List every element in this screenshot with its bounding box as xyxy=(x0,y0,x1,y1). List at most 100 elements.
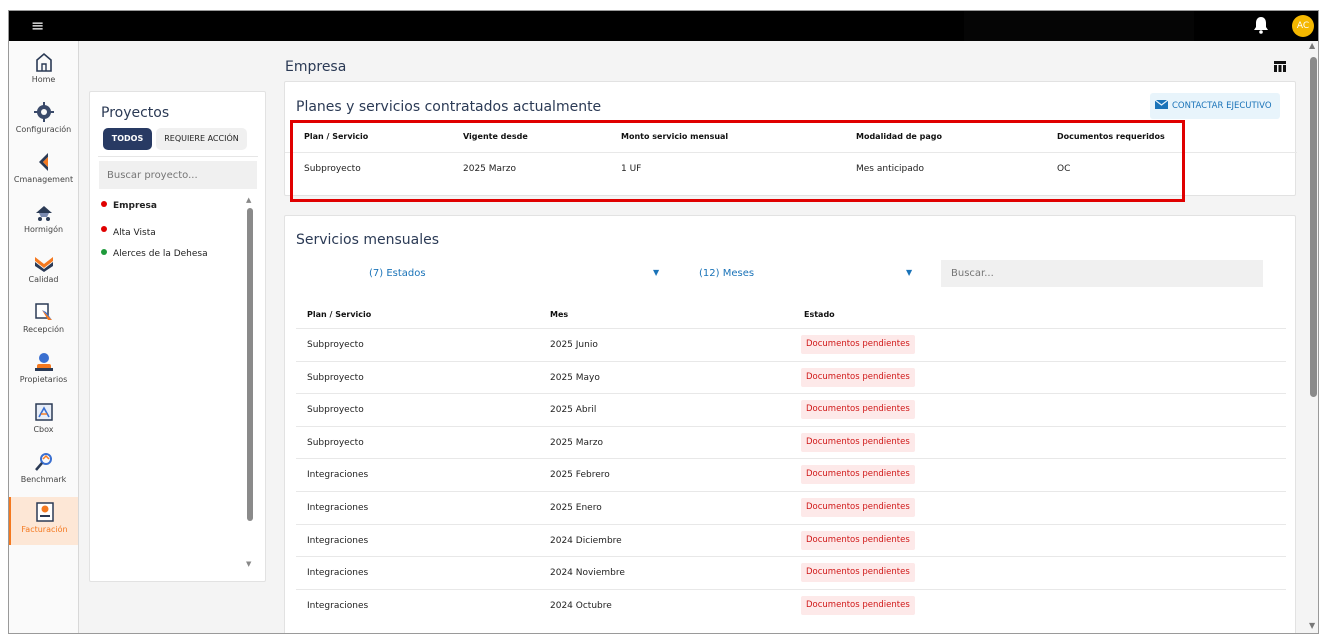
monthly-services-card: Servicios mensuales (7) Estados ▼ (12) M… xyxy=(284,215,1296,633)
app-window: ≡ AC Home Configuración Cmanagement Horm… xyxy=(8,10,1319,634)
scroll-thumb[interactable] xyxy=(247,208,253,521)
status-badge: Documentos pendientes xyxy=(801,432,915,452)
reception-icon xyxy=(34,303,52,320)
truck-icon xyxy=(35,206,52,221)
status-badge: Documentos pendientes xyxy=(801,335,915,354)
nav-label: Facturación xyxy=(21,525,68,534)
nav-item-configuracion[interactable]: Configuración xyxy=(9,97,78,145)
table-row[interactable]: Subproyecto 2025 Marzo Documentos pendient… xyxy=(296,425,1286,458)
nav-label: Cbox xyxy=(33,425,54,434)
user-avatar[interactable]: AC xyxy=(1292,15,1314,37)
top-bar: ≡ AC xyxy=(9,11,1318,41)
nav-item-home[interactable]: Home xyxy=(9,47,78,95)
nav-item-benchmark[interactable]: Benchmark xyxy=(9,447,78,495)
home-icon xyxy=(35,52,52,72)
mail-icon xyxy=(1155,100,1168,109)
months-filter-dropdown[interactable]: (12) Meses xyxy=(699,268,754,279)
scroll-down-icon[interactable]: ▼ xyxy=(1309,621,1315,630)
project-item-alta-vista[interactable]: Alta Vista xyxy=(101,226,156,238)
row-month: 2025 Febrero xyxy=(550,470,610,481)
monthly-search-input[interactable] xyxy=(941,260,1263,287)
contact-executive-button[interactable]: CONTACTAR EJECUTIVO xyxy=(1150,93,1280,119)
nav-label: Hormigón xyxy=(23,225,64,234)
monthly-title: Servicios mensuales xyxy=(296,232,439,248)
chevron-down-icon[interactable]: ▼ xyxy=(906,268,912,277)
nav-item-recepcion[interactable]: Recepción xyxy=(9,297,78,345)
project-label: Empresa xyxy=(113,201,157,211)
nav-item-cbox[interactable]: Cbox xyxy=(9,397,78,445)
row-plan: Integraciones xyxy=(307,535,369,546)
scroll-up-icon[interactable]: ▲ xyxy=(246,196,251,204)
nav-label: Propietarios xyxy=(19,375,68,384)
projects-panel: Proyectos TODOS REQUIERE ACCIÓN Empresa … xyxy=(89,91,266,582)
table-row[interactable]: Integraciones 2024 Octubre Documentos pend… xyxy=(296,588,1286,621)
highlight-box xyxy=(290,120,1185,202)
contact-label: CONTACTAR EJECUTIVO xyxy=(1172,101,1272,111)
monthly-header-plan: Plan / Servicio xyxy=(307,310,372,319)
table-view-icon[interactable] xyxy=(1274,61,1286,72)
status-badge: Documentos pendientes xyxy=(801,400,915,420)
status-dot xyxy=(101,201,107,207)
monthly-header-month: Mes xyxy=(550,310,569,319)
plans-title: Planes y servicios contratados actualmen… xyxy=(296,99,602,115)
topbar-blank-area xyxy=(964,11,1194,41)
billing-icon xyxy=(35,502,54,522)
nav-label: Recepción xyxy=(22,325,65,334)
page-title: Empresa xyxy=(285,59,347,75)
filter-all-button[interactable]: TODOS xyxy=(103,128,152,150)
status-badge: Documentos pendientes xyxy=(801,498,915,517)
main-scrollbar[interactable]: ▲ ▼ xyxy=(1308,41,1318,633)
status-badge: Documentos pendientes xyxy=(801,465,915,485)
project-search-input[interactable] xyxy=(99,161,257,189)
row-plan: Subproyecto xyxy=(307,405,364,416)
scroll-thumb[interactable] xyxy=(1310,57,1317,397)
nav-label: Calidad xyxy=(28,275,59,284)
table-row[interactable]: Integraciones 2024 Noviembre Documentos pe… xyxy=(296,556,1286,588)
chevron-down-icon[interactable]: ▼ xyxy=(653,268,659,277)
projects-title: Proyectos xyxy=(101,105,170,121)
project-label: Alerces de la Dehesa xyxy=(113,249,208,259)
nav-item-facturacion[interactable]: Facturación xyxy=(9,497,78,545)
nav-item-propietarios[interactable]: Propietarios xyxy=(9,347,78,395)
states-filter-dropdown[interactable]: (7) Estados xyxy=(369,268,426,279)
table-row[interactable]: Subproyecto 2025 Mayo Documentos pendiente… xyxy=(296,360,1286,393)
plans-card: Planes y servicios contratados actualmen… xyxy=(284,81,1297,202)
status-dot xyxy=(101,226,107,232)
project-item-empresa[interactable]: Empresa xyxy=(101,201,157,211)
row-month: 2025 Marzo xyxy=(550,437,603,448)
nav-item-cmanagement[interactable]: Cmanagement xyxy=(9,147,78,195)
project-item-alerces-de-la-dehesa[interactable]: Alerces de la Dehesa xyxy=(101,249,208,259)
filter-requires-action-button[interactable]: REQUIERE ACCIÓN xyxy=(156,128,247,150)
status-dot xyxy=(101,249,107,255)
row-month: 2025 Junio xyxy=(550,340,598,350)
row-month: 2024 Noviembre xyxy=(550,568,625,579)
row-plan: Subproyecto xyxy=(307,372,364,383)
scroll-down-icon[interactable]: ▼ xyxy=(246,560,251,568)
row-plan: Subproyecto xyxy=(307,437,364,448)
gear-icon xyxy=(33,102,54,122)
status-badge: Documentos pendientes xyxy=(801,595,915,615)
row-month: 2025 Enero xyxy=(550,503,602,513)
row-plan: Integraciones xyxy=(307,470,369,481)
table-row[interactable]: Integraciones 2025 Febrero Documentos pend… xyxy=(296,458,1286,490)
hamburger-menu-icon[interactable]: ≡ xyxy=(31,18,44,34)
notification-bell-icon[interactable] xyxy=(1253,16,1269,34)
nav-label: Cmanagement xyxy=(13,175,74,184)
monthly-header-status: Estado xyxy=(804,310,835,319)
cbox-icon xyxy=(34,403,53,421)
nav-label: Configuración xyxy=(15,125,72,134)
nav-label: Benchmark xyxy=(20,475,67,484)
scroll-up-icon[interactable]: ▲ xyxy=(1309,41,1315,50)
nav-item-hormigon[interactable]: Hormigón xyxy=(9,197,78,245)
table-row[interactable]: Subproyecto 2025 Abril Documentos pendient… xyxy=(296,393,1286,425)
nav-item-calidad[interactable]: Calidad xyxy=(9,247,78,295)
divider xyxy=(98,156,258,157)
row-plan: Integraciones xyxy=(307,568,369,579)
table-row[interactable]: Integraciones 2025 Enero Documentos pendie… xyxy=(296,491,1286,523)
status-badge: Documentos pendientes xyxy=(801,530,915,550)
row-plan: Integraciones xyxy=(307,503,369,513)
table-row[interactable]: Subproyecto 2025 Junio Documentos pendient… xyxy=(296,328,1286,360)
check-icon xyxy=(34,257,53,272)
projects-scrollbar[interactable]: ▲ ▼ xyxy=(245,196,255,571)
table-row[interactable]: Integraciones 2024 Diciembre Documentos pe… xyxy=(296,523,1286,556)
